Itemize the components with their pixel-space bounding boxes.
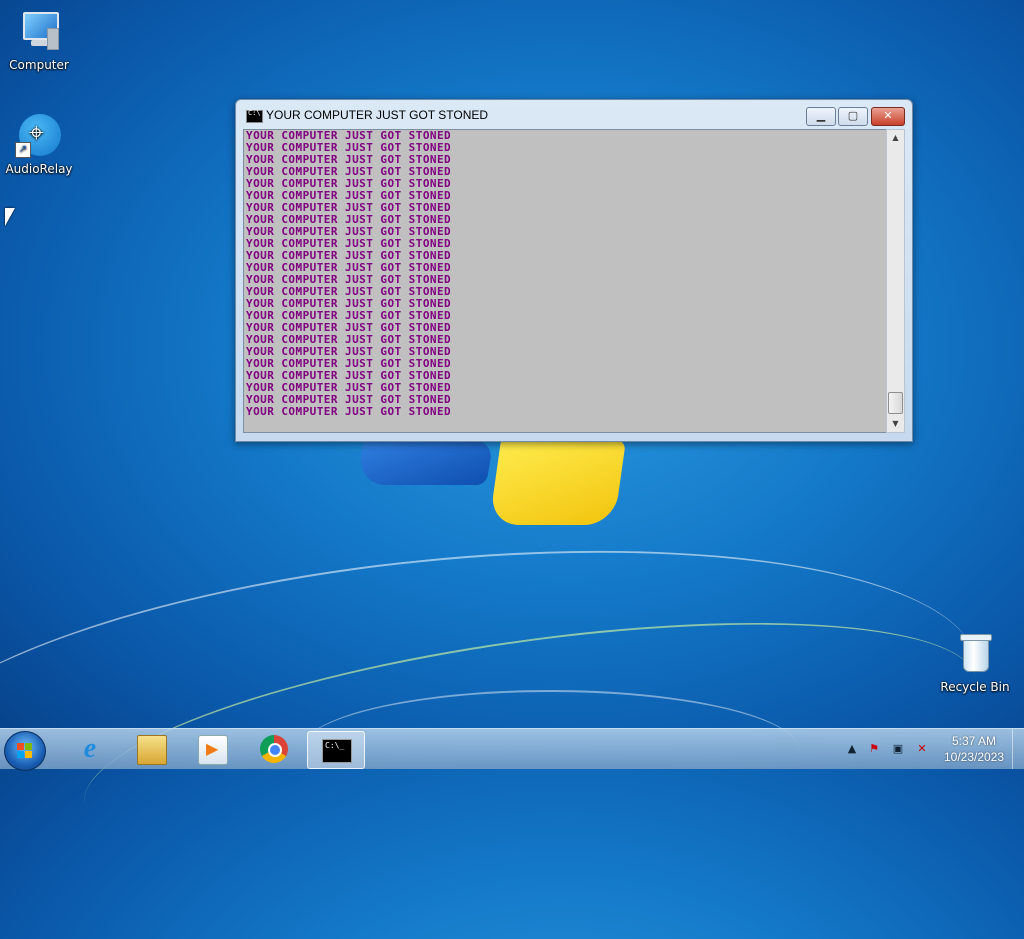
taskbar-media-player[interactable]	[184, 731, 240, 767]
file-explorer-icon	[137, 735, 167, 765]
media-player-icon	[198, 735, 228, 765]
network-icon[interactable]: ▣	[891, 742, 905, 756]
minimize-button[interactable]: ▁	[806, 107, 836, 126]
mouse-cursor-icon	[5, 208, 15, 226]
desktop-icon-label: AudioRelay	[5, 162, 73, 176]
chrome-icon	[260, 735, 288, 763]
taskbar-chrome[interactable]	[246, 731, 302, 767]
clock-time: 5:37 AM	[951, 734, 997, 748]
show-hidden-icons-icon[interactable]: ▲	[845, 742, 859, 756]
scroll-thumb[interactable]	[888, 392, 903, 414]
command-prompt-icon	[322, 739, 352, 763]
clock-date: 10/23/2023	[943, 750, 1005, 764]
desktop-icon-label: Computer	[9, 58, 69, 72]
computer-icon	[17, 10, 61, 54]
scroll-down-icon[interactable]: ▼	[887, 416, 904, 432]
taskbar: e ▲ ⚑ ▣ ✕ 5:37 AM 10/23/2023	[0, 728, 1024, 771]
desktop-icon-audiorelay[interactable]: ↗ AudioRelay	[1, 114, 77, 176]
desktop-icon-label: Recycle Bin	[940, 680, 1010, 694]
console-output[interactable]: YOUR COMPUTER JUST GOT STONED YOUR COMPUT…	[243, 129, 887, 433]
wallpaper-logo-yellow	[489, 440, 626, 525]
desktop-icon-recycle-bin[interactable]: Recycle Bin	[937, 632, 1013, 694]
console-lines: YOUR COMPUTER JUST GOT STONED YOUR COMPUT…	[244, 130, 886, 418]
vertical-scrollbar[interactable]: ▲ ▼	[886, 129, 905, 433]
show-desktop-button[interactable]	[1012, 729, 1024, 769]
desktop-icon-computer[interactable]: Computer	[1, 10, 77, 72]
maximize-button[interactable]: ▢	[838, 107, 868, 126]
console-window[interactable]: YOUR COMPUTER JUST GOT STONED ▁ ▢ ✕ YOUR…	[235, 99, 913, 442]
window-title: YOUR COMPUTER JUST GOT STONED	[266, 108, 489, 122]
scroll-up-icon[interactable]: ▲	[887, 130, 904, 146]
taskbar-file-explorer[interactable]	[123, 731, 179, 767]
audiorelay-icon: ↗	[15, 114, 61, 158]
taskbar-internet-explorer[interactable]: e	[62, 731, 118, 767]
taskbar-command-prompt[interactable]	[307, 731, 365, 769]
clock[interactable]: 5:37 AM 10/23/2023	[938, 733, 1010, 765]
action-center-icon[interactable]: ⚑	[867, 742, 881, 756]
volume-muted-icon[interactable]: ✕	[915, 742, 929, 756]
console-line: YOUR COMPUTER JUST GOT STONED	[246, 405, 452, 418]
shortcut-arrow-icon: ↗	[15, 142, 31, 158]
recycle-bin-icon	[953, 632, 997, 676]
windows-logo-icon	[17, 743, 33, 759]
console-icon[interactable]	[246, 109, 263, 123]
wallpaper-logo-blue	[356, 440, 494, 485]
internet-explorer-icon: e	[83, 733, 97, 764]
start-button[interactable]	[4, 731, 46, 771]
close-button[interactable]: ✕	[871, 107, 905, 126]
window-titlebar[interactable]: YOUR COMPUTER JUST GOT STONED ▁ ▢ ✕	[236, 100, 912, 128]
